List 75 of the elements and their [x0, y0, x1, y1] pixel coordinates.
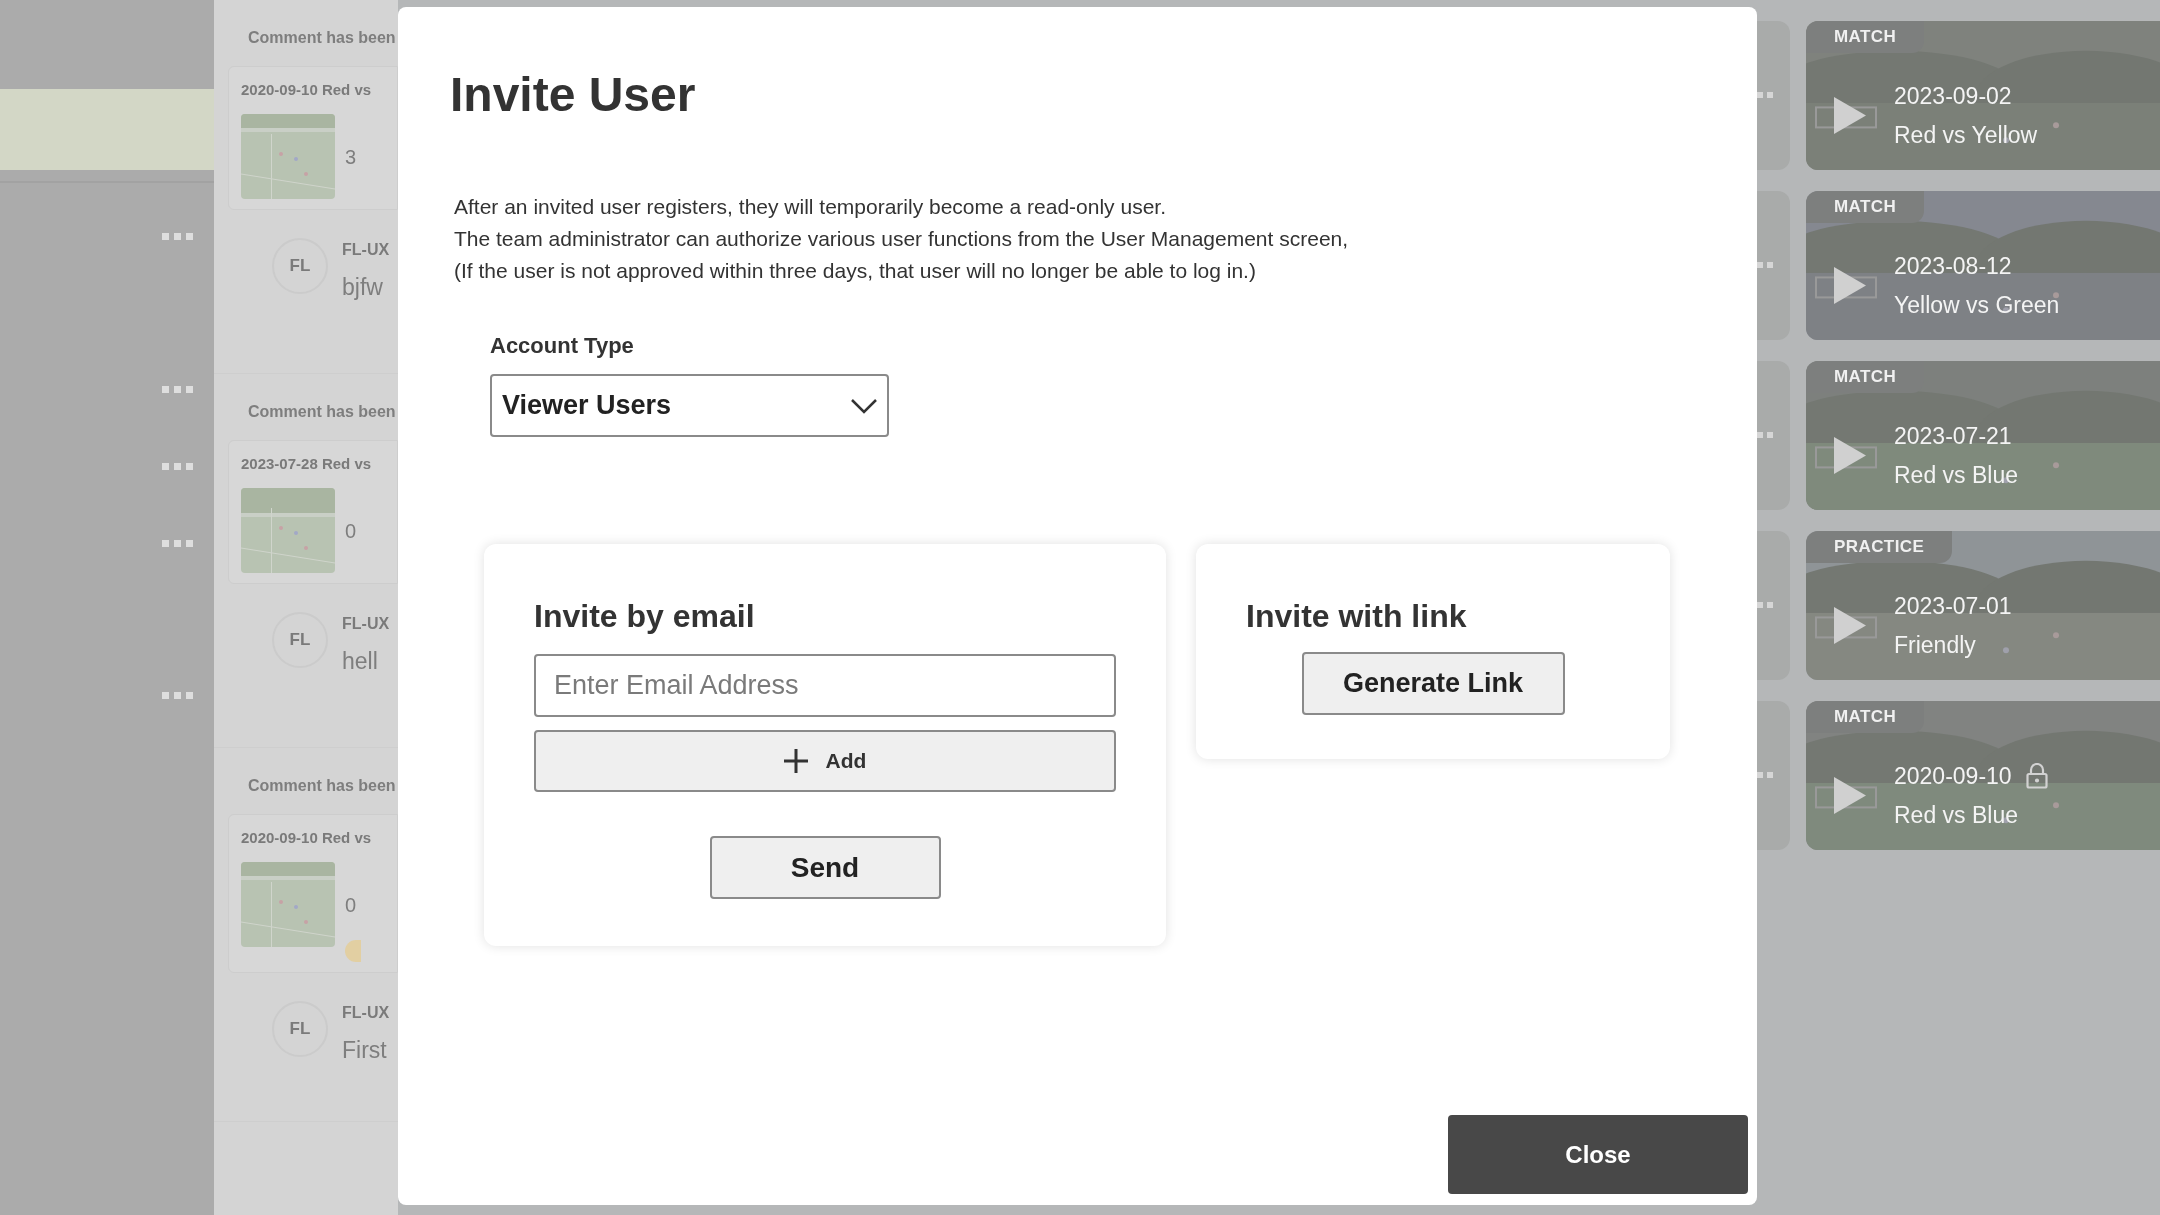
video-card-edge[interactable]: [1757, 531, 1790, 680]
video-date: 2023-09-02: [1894, 82, 2012, 111]
play-icon[interactable]: [1834, 437, 1866, 474]
send-button[interactable]: Send: [709, 836, 941, 899]
field-label: Account Type: [490, 332, 635, 360]
user-avatar: FL: [272, 611, 328, 668]
video-card-edge[interactable]: [1757, 21, 1790, 170]
play-icon[interactable]: [1834, 777, 1866, 814]
sidebar-selected-item[interactable]: [0, 89, 214, 170]
more-icon[interactable]: [1757, 602, 1773, 609]
plus-icon: [783, 749, 808, 773]
video-title: Red vs Blue: [1894, 800, 2019, 830]
panel-title: Invite by email: [534, 597, 756, 636]
more-icon[interactable]: [1757, 432, 1773, 439]
description-text: After an invited user registers, they will temporarily become a read-only user.: [454, 194, 1167, 220]
video-card-edge[interactable]: [1757, 191, 1790, 340]
video-title: 2020-09-10 Red vs: [241, 828, 373, 848]
video-title: Red vs Blue: [1894, 460, 2018, 490]
comment-text: First: [342, 1035, 388, 1065]
video-card[interactable]: MATCH 2023-09-02 Red vs Yellow: [1806, 21, 2160, 170]
account-type-select[interactable]: Viewer Users: [490, 374, 889, 437]
video-type-tag: MATCH: [1806, 701, 1925, 733]
comment-author: FL-UX: [342, 1002, 390, 1023]
timestamp: 0: [345, 518, 357, 544]
play-icon[interactable]: [1834, 267, 1866, 304]
play-icon[interactable]: [1834, 97, 1866, 134]
video-card[interactable]: MATCH 2023-08-12 Yellow vs Green: [1806, 191, 2160, 340]
comment-notice: Comment has been: [247, 28, 397, 48]
more-icon[interactable]: [1757, 262, 1773, 269]
video-date: 2023-07-01: [1894, 592, 2012, 621]
timestamp: 3: [345, 144, 357, 170]
video-title: 2020-09-10 Red vs: [241, 80, 373, 100]
comment-author: FL-UX: [342, 239, 390, 260]
comment-notice: Comment has been: [247, 776, 397, 796]
video-card-edge[interactable]: [1757, 701, 1790, 850]
video-title: Friendly: [1894, 630, 1977, 660]
video-card[interactable]: MATCH 2020-09-10 Red vs Blue: [1806, 701, 2160, 850]
play-icon[interactable]: [1834, 607, 1866, 644]
more-icon[interactable]: [162, 463, 194, 471]
video-card-edge[interactable]: [1757, 361, 1790, 510]
video-date: 2023-07-21: [1894, 422, 2012, 451]
video-date: 2020-09-10: [1894, 762, 2012, 791]
panel-title: Invite with link: [1246, 597, 1468, 636]
description-text: The team administrator can authorize various user functions from the User Management screen,: [454, 226, 1350, 252]
video-type-tag: MATCH: [1806, 191, 1925, 223]
more-icon[interactable]: [1757, 772, 1773, 779]
comment-text: bjfw: [342, 272, 384, 302]
add-button[interactable]: Add: [534, 730, 1116, 792]
video-card[interactable]: PRACTICE 2023-07-01 Friendly: [1806, 531, 2160, 680]
user-avatar: FL: [272, 1000, 328, 1057]
video-date: 2023-08-12: [1894, 252, 2012, 281]
more-icon[interactable]: [162, 233, 194, 241]
video-type-tag: PRACTICE: [1806, 531, 1953, 563]
timestamp: 0: [345, 892, 358, 918]
dialog-title: Invite User: [450, 71, 697, 119]
video-card[interactable]: 2023-07-28 Red vs 0: [228, 440, 398, 584]
more-icon[interactable]: [162, 386, 194, 394]
video-card[interactable]: MATCH 2023-07-21 Red vs Blue: [1806, 361, 2160, 510]
more-icon[interactable]: [162, 540, 194, 548]
comment-notice: Comment has been: [247, 402, 397, 422]
close-button[interactable]: Close: [1448, 1115, 1748, 1194]
video-title: Red vs Yellow: [1894, 120, 2038, 150]
more-icon[interactable]: [162, 692, 194, 700]
comment-text: hell: [342, 646, 379, 676]
user-avatar: FL: [272, 237, 328, 294]
chevron-down-icon: [851, 397, 877, 414]
video-card[interactable]: 2020-09-10 Red vs 0: [228, 814, 398, 973]
generate-link-button[interactable]: Generate Link: [1301, 652, 1565, 715]
more-icon[interactable]: [1757, 92, 1773, 99]
video-card[interactable]: 2020-09-10 Red vs 3: [228, 66, 398, 210]
description-text: (If the user is not approved within three days, that user will no longer be able to log in.): [454, 258, 1257, 284]
email-input[interactable]: Enter Email Address: [534, 654, 1116, 717]
video-title: Yellow vs Green: [1894, 290, 2060, 320]
comment-author: FL-UX: [342, 613, 390, 634]
video-title: 2023-07-28 Red vs: [241, 454, 373, 474]
